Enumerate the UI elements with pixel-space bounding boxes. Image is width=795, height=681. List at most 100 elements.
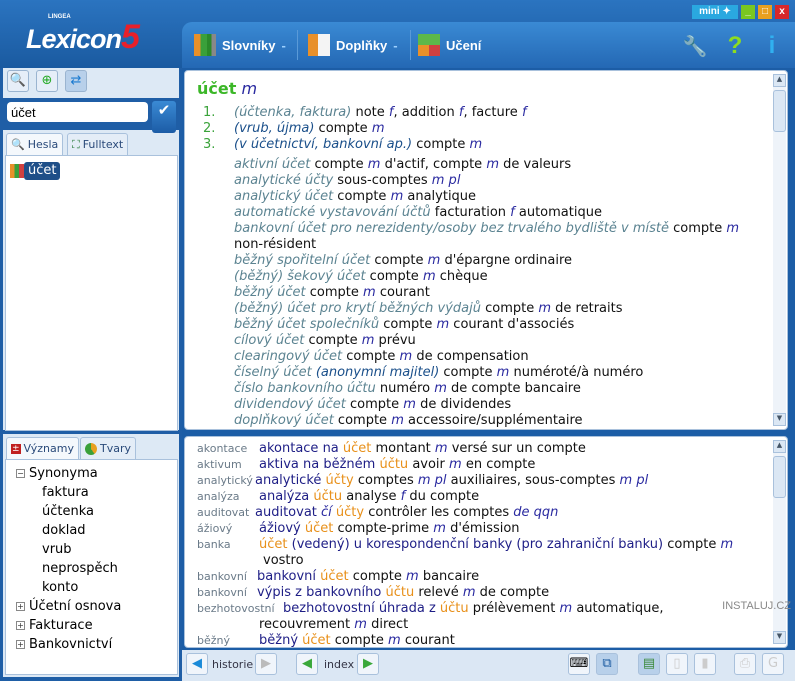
scroll-down-icon[interactable]: ▼: [773, 413, 786, 426]
nav-slovniky[interactable]: Slovníky -: [194, 32, 286, 58]
scroll-thumb[interactable]: [773, 456, 786, 498]
index-back-button[interactable]: ◀: [296, 653, 318, 675]
layout-full-button[interactable]: ▤: [638, 653, 660, 675]
fulltext-row[interactable]: výpis z bankovního účtu relevé m de comp…: [257, 585, 549, 601]
fulltext-row[interactable]: recouvrement m direct: [259, 617, 408, 633]
nav-doplnky[interactable]: Doplňky -: [308, 32, 398, 58]
tree-leaf[interactable]: doklad: [42, 523, 86, 538]
search-button[interactable]: 🔍: [7, 70, 29, 92]
source-phrase: (vrub, újma): [234, 121, 315, 136]
highlighted-match: účtu: [439, 601, 469, 616]
fulltext-key: analýza: [197, 490, 240, 503]
phrase-row[interactable]: cílový účet compte m prévu: [234, 333, 416, 349]
mini-button[interactable]: mini ✦: [692, 5, 738, 19]
scroll-up-icon[interactable]: ▲: [773, 440, 786, 453]
history-back-button[interactable]: ◀: [186, 653, 208, 675]
expand-icon[interactable]: +: [16, 602, 25, 611]
fulltext-row[interactable]: aktiva na běžném účtu avoir m en compte: [259, 457, 535, 473]
scroll-down-icon[interactable]: ▼: [773, 631, 786, 644]
highlighted-match: účet: [320, 569, 349, 584]
nav-uceni[interactable]: Učení: [418, 32, 481, 58]
fulltext-scrollbar[interactable]: ▲ ▼: [773, 440, 786, 644]
tree-leaf[interactable]: faktura: [42, 485, 89, 500]
fulltext-row[interactable]: akontace na účet montant m versé sur un …: [259, 441, 586, 457]
fulltext-row[interactable]: běžný účet compte m courant: [259, 633, 455, 649]
tree-leaf[interactable]: konto: [42, 580, 78, 595]
search-confirm-button[interactable]: ✔: [152, 101, 176, 133]
gender-label: m: [462, 585, 476, 600]
phrase-row[interactable]: analytický účet compte m analytique: [234, 189, 476, 205]
tab-hesla[interactable]: 🔍 Hesla: [6, 133, 64, 155]
zoom-search-button[interactable]: ⊕: [36, 70, 58, 92]
tree-node-label: Synonyma: [29, 466, 98, 481]
source-phrase: (v účetnictví, bankovní ap.): [234, 137, 413, 152]
phrase-row[interactable]: běžný spořitelní účet compte m d'épargne…: [234, 253, 572, 269]
grammar-button[interactable]: G: [762, 653, 784, 675]
tab-fulltext[interactable]: ⛶ Fulltext: [67, 133, 129, 155]
tree-leaf[interactable]: vrub: [42, 542, 72, 557]
maximize-button[interactable]: □: [758, 5, 772, 19]
phrase-row[interactable]: dividendový účet compte m de dividendes: [234, 397, 511, 413]
expand-icon[interactable]: +: [16, 621, 25, 630]
fulltext-row[interactable]: analýza účtu analyse f du compte: [259, 489, 479, 505]
translation-text: recouvrement: [259, 617, 355, 632]
fulltext-row[interactable]: analytické účty comptes m pl auxiliaires…: [255, 473, 648, 489]
fulltext-row[interactable]: bezhotovostní úhrada z účtu prélèvement …: [283, 601, 664, 617]
split-view-button[interactable]: ⧉: [596, 653, 618, 675]
phrase-row[interactable]: běžný účet compte m courant: [234, 285, 430, 301]
phrase-row[interactable]: číselný účet (anonymní majitel) compte m…: [234, 365, 643, 381]
chevron-down-icon: -: [281, 37, 286, 53]
phrase-row[interactable]: automatické vystavování účtů facturation…: [234, 205, 602, 221]
scroll-thumb[interactable]: [773, 90, 786, 132]
tab-label: Významy: [23, 442, 74, 455]
tree-leaf[interactable]: účtenka: [42, 504, 94, 519]
translation-text: d'émission: [445, 521, 520, 536]
phrase-row[interactable]: (běžný) účet pro krytí běžných výdajů co…: [234, 301, 623, 317]
swap-direction-button[interactable]: ⇄: [65, 70, 87, 92]
hit-item[interactable]: účet: [24, 162, 61, 180]
phrase-row[interactable]: non-résident: [234, 237, 316, 253]
phrase-row[interactable]: clearingový účet compte m de compensatio…: [234, 349, 529, 365]
tree-node[interactable]: − Synonyma: [16, 466, 98, 481]
keyboard-button[interactable]: ⌨: [568, 653, 590, 675]
phrase-row[interactable]: číslo bankovního účtu numéro m de compte…: [234, 381, 581, 397]
translation-text: analytique: [403, 189, 477, 204]
entry-scrollbar[interactable]: ▲ ▼: [773, 74, 786, 426]
phrase-row[interactable]: doplňkový účet compte m accessoire/suppl…: [234, 413, 583, 429]
phrase-row[interactable]: aktivní účet compte m d'actif, compte m …: [234, 157, 571, 173]
tree-node[interactable]: + Bankovnictví: [16, 637, 112, 652]
phrase-row[interactable]: běžný účet společníků compte m courant d…: [234, 317, 574, 333]
print-button[interactable]: ⎙: [734, 653, 756, 675]
history-forward-button[interactable]: ▶: [255, 653, 277, 675]
search-input[interactable]: [7, 102, 148, 122]
phrase-row[interactable]: analytické účty sous-comptes m pl: [234, 173, 460, 189]
tab-tvary[interactable]: Tvary: [80, 437, 137, 459]
settings-button[interactable]: 🔧: [680, 32, 710, 60]
tree-node[interactable]: + Fakturace: [16, 618, 93, 633]
phrase-row[interactable]: (běžný) šekový účet compte m chèque: [234, 269, 488, 285]
fulltext-row[interactable]: auditovat čí účty contrôler les comptes …: [255, 505, 558, 521]
scroll-up-icon[interactable]: ▲: [773, 74, 786, 87]
minimize-button[interactable]: _: [741, 5, 755, 19]
translation-text: compte-prime: [333, 521, 434, 536]
fulltext-row[interactable]: bankovní účet compte m bancaire: [257, 569, 479, 585]
tree-leaf[interactable]: neprospěch: [42, 561, 118, 576]
close-button[interactable]: x: [775, 5, 789, 19]
source-phrase: číselný účet: [234, 365, 316, 380]
phrase-row[interactable]: bankovní účet pro nerezidenty/osoby bez …: [234, 221, 739, 237]
index-forward-button[interactable]: ▶: [357, 653, 379, 675]
layout-minimal-button[interactable]: ▮: [694, 653, 716, 675]
collapse-icon[interactable]: −: [16, 469, 25, 478]
fulltext-row[interactable]: vostro: [263, 553, 304, 569]
fulltext-row[interactable]: účet (vedený) u korespondenční banky (pr…: [259, 537, 733, 553]
fulltext-row[interactable]: ážiový účet compte-prime m d'émission: [259, 521, 520, 537]
highlighted-match: účet: [342, 441, 372, 456]
expand-icon[interactable]: +: [16, 640, 25, 649]
source-phrase: výpis z bankovního: [257, 585, 386, 600]
layout-compact-button[interactable]: ▯: [666, 653, 688, 675]
tab-vyznamy[interactable]: ± Významy: [6, 437, 79, 459]
tree-node[interactable]: + Účetní osnova: [16, 599, 121, 614]
help-button[interactable]: ?: [720, 32, 750, 60]
info-button[interactable]: i: [757, 32, 787, 60]
gender-label: m: [486, 157, 499, 172]
